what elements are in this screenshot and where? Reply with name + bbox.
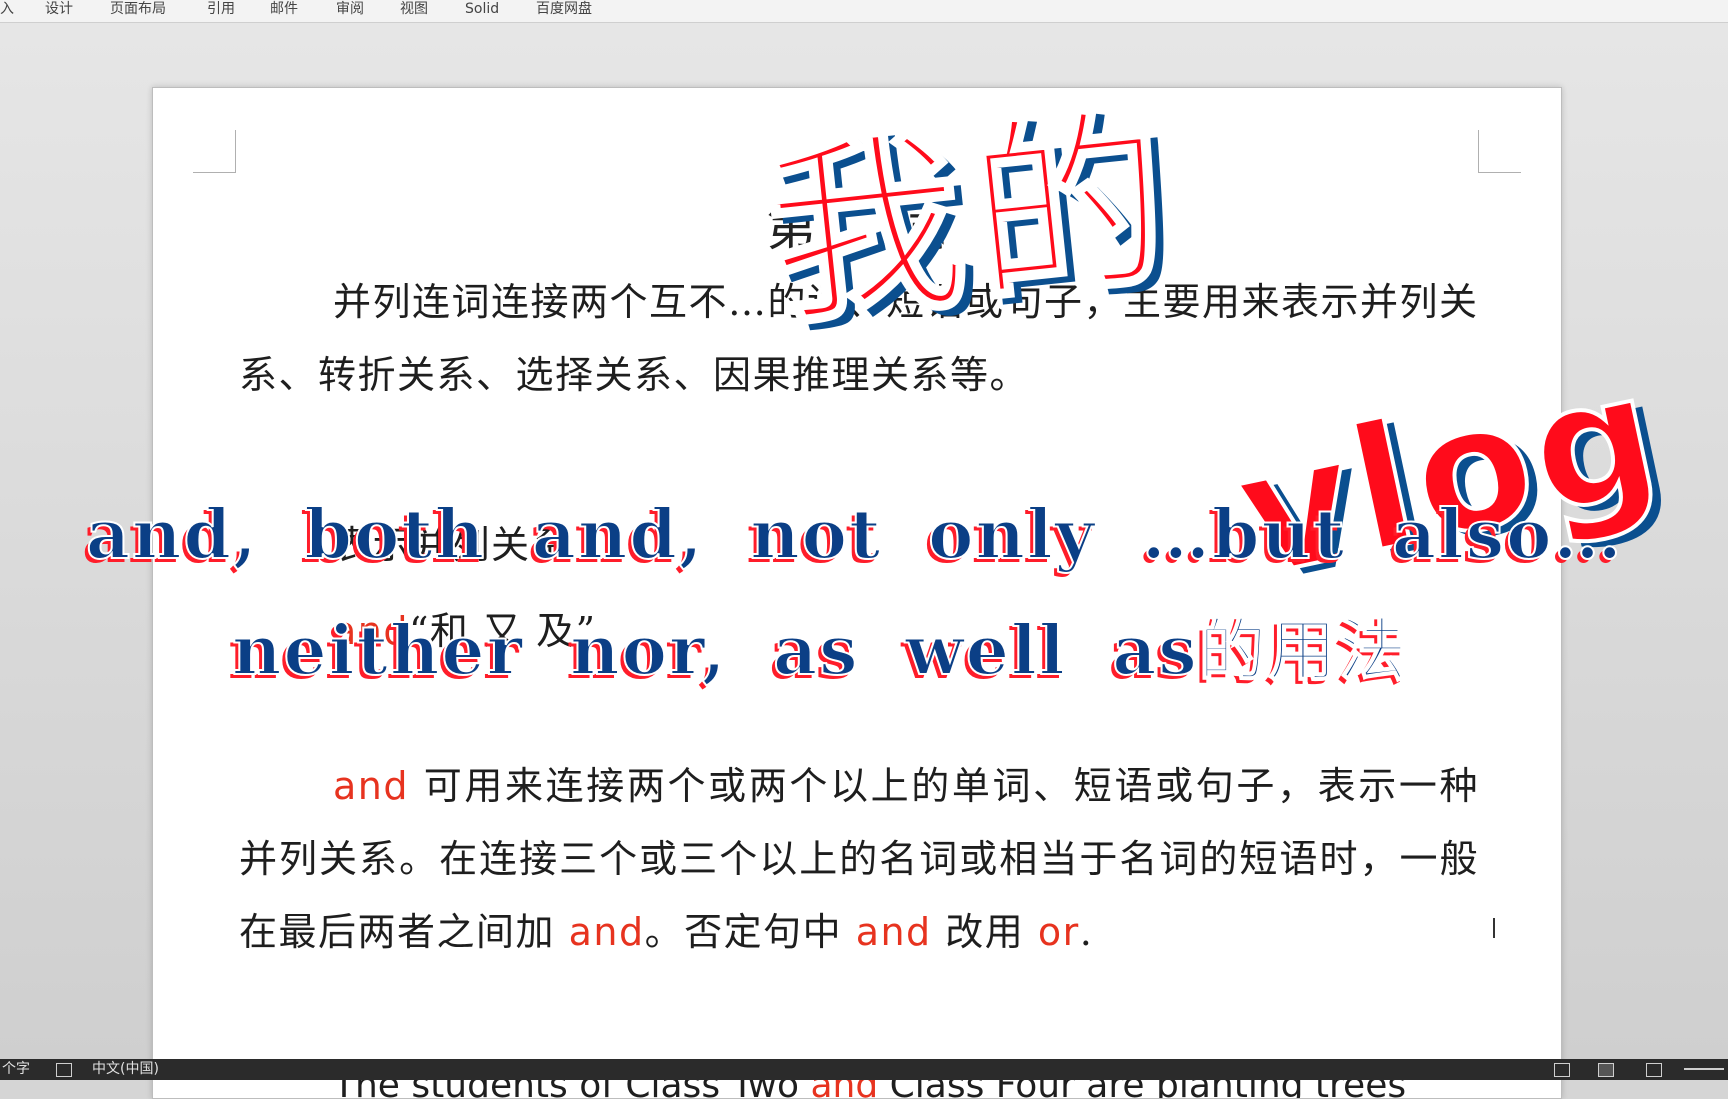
proofing-icon[interactable] xyxy=(56,1063,72,1077)
tab-insert[interactable]: 入 xyxy=(0,0,14,18)
keyword-and: and xyxy=(333,764,409,808)
tab-design[interactable]: 设计 xyxy=(45,0,73,18)
tab-view[interactable]: 视图 xyxy=(400,0,428,18)
margin-corner-mark xyxy=(193,130,236,173)
overlay-subtitle-line1: and, both and, not only …but also… xyxy=(85,494,1624,576)
tab-page-layout[interactable]: 页面布局 xyxy=(110,0,166,18)
paragraph-text: 。否定句中 xyxy=(644,910,856,954)
web-layout-icon[interactable] xyxy=(1646,1063,1662,1077)
status-bar: 个字 中文(中国) xyxy=(0,1059,1728,1080)
tab-references[interactable]: 引用 xyxy=(207,0,235,18)
overlay-subtitle-line2: neither nor, as well as的用法 xyxy=(231,610,1409,692)
overlay-title-wode: 我的 xyxy=(754,82,1188,355)
zoom-slider[interactable] xyxy=(1684,1068,1724,1070)
keyword-or: or xyxy=(1037,910,1080,954)
keyword-and: and xyxy=(855,910,932,954)
tab-review[interactable]: 审阅 xyxy=(336,0,364,18)
keyword-and: and xyxy=(568,910,645,954)
paragraph-text: 改用 xyxy=(931,910,1038,954)
tab-solid[interactable]: Solid xyxy=(465,0,499,18)
print-layout-icon[interactable] xyxy=(1598,1063,1614,1077)
paragraph-and-usage[interactable]: and 可用来连接两个或两个以上的单词、短语或句子，表示一种并列关系。在连接三个… xyxy=(239,750,1479,969)
margin-corner-mark xyxy=(1478,130,1521,173)
tab-baidu-netdisk[interactable]: 百度网盘 xyxy=(536,0,592,18)
paragraph-text: . xyxy=(1079,910,1094,954)
language-indicator[interactable]: 中文(中国) xyxy=(92,1060,159,1079)
read-mode-icon[interactable] xyxy=(1554,1063,1570,1077)
text-cursor-icon xyxy=(1493,918,1495,938)
ribbon-tabs: 入 设计 页面布局 引用 邮件 审阅 视图 Solid 百度网盘 xyxy=(0,0,1728,23)
tab-mailings[interactable]: 邮件 xyxy=(270,0,298,18)
word-count[interactable]: 个字 xyxy=(2,1060,30,1079)
